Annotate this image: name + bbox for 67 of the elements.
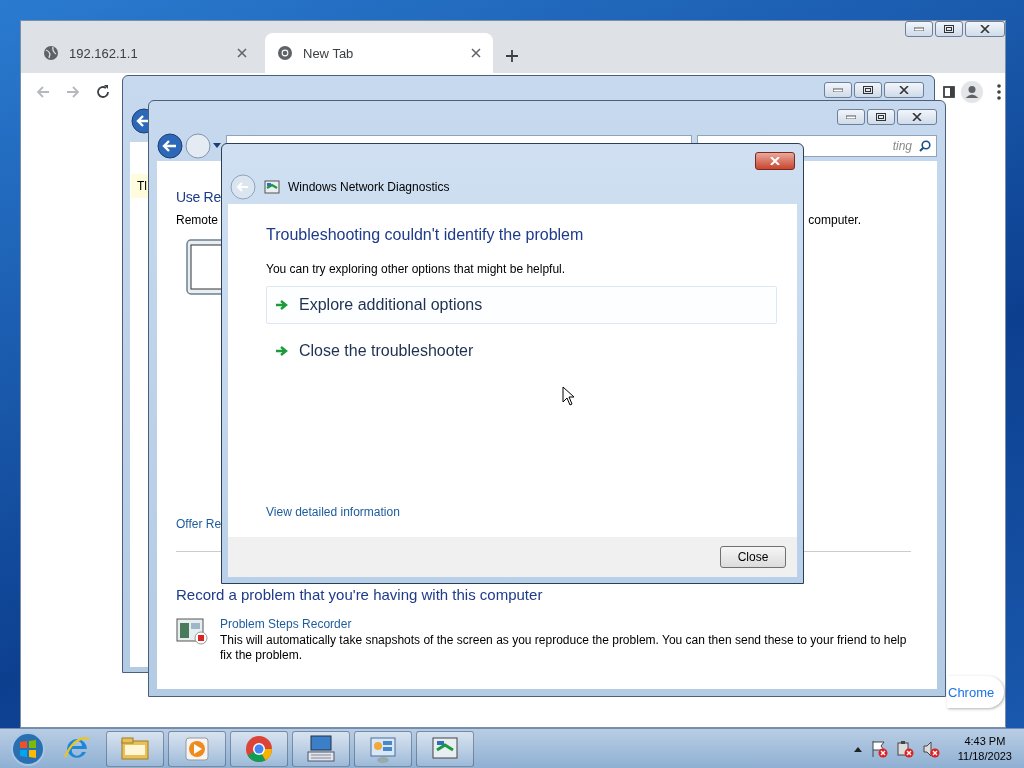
option-link[interactable]: Explore additional options (266, 286, 777, 324)
close-button[interactable] (755, 152, 795, 170)
minimize-button[interactable] (824, 82, 852, 98)
close-icon[interactable] (471, 48, 481, 58)
maximize-button[interactable] (867, 109, 895, 125)
maximize-button[interactable] (854, 82, 882, 98)
minimize-button[interactable] (905, 21, 933, 37)
arrow-icon (275, 345, 289, 357)
minimize-button[interactable] (837, 109, 865, 125)
minimize-icon (833, 88, 843, 92)
search-icon[interactable] (919, 140, 931, 152)
description-text: Remote (176, 213, 219, 227)
restore-icon (876, 113, 886, 121)
dropdown-arrow-icon[interactable] (213, 143, 221, 149)
maximize-button[interactable] (935, 21, 963, 37)
section-heading: Record a problem that you're having with this computer (176, 586, 544, 603)
intro-text: You can try exploring other options that might be helpful. (266, 262, 567, 276)
arrow-icon (275, 299, 289, 311)
new-tab-icon[interactable] (505, 49, 519, 63)
show-hidden-icons-icon[interactable] (853, 745, 862, 752)
section-heading: Use Re (176, 189, 222, 205)
globe-icon (43, 45, 59, 61)
option-link[interactable]: Close the troubleshooter (266, 332, 777, 370)
close-button[interactable] (897, 109, 937, 125)
network-status-icon[interactable] (895, 739, 914, 758)
close-icon (912, 113, 922, 121)
close-icon (899, 86, 909, 94)
start-button-icon[interactable] (8, 730, 48, 767)
restore-icon (944, 25, 954, 33)
close-button[interactable]: Close (720, 546, 786, 568)
taskbar-button[interactable] (416, 730, 474, 767)
close-icon (770, 157, 780, 165)
restore-icon (863, 86, 873, 94)
taskbar-button[interactable] (354, 730, 412, 767)
side-panel-icon[interactable] (943, 86, 955, 98)
back-arrow-icon[interactable] (131, 108, 148, 134)
close-button[interactable] (884, 82, 924, 98)
speaker-muted-icon[interactable] (921, 739, 940, 758)
network-diagnostics-icon (264, 180, 280, 194)
taskbar-button[interactable] (230, 730, 288, 767)
description-text: This will automatically take snapshots of the screen as you reproduce the problem. You can then send these to your friend to help fix the problem. (220, 633, 908, 663)
taskbar-button[interactable] (168, 730, 226, 767)
browser-tab[interactable]: New Tab (265, 33, 493, 73)
browser-tab[interactable]: 192.162.1.1 (31, 33, 259, 73)
chrome-promo-bubble[interactable]: Chrome (947, 676, 1004, 708)
close-icon[interactable] (237, 48, 247, 58)
recorder-icon (176, 617, 208, 645)
recorder-link[interactable]: Problem Steps Recorder (220, 617, 911, 632)
dialog-heading: Troubleshooting couldn't identify the problem (266, 226, 585, 244)
minimize-icon (846, 115, 856, 119)
taskbar-button[interactable] (106, 730, 164, 767)
minimize-icon (914, 27, 924, 31)
close-icon (980, 25, 990, 33)
reload-icon[interactable] (95, 84, 111, 100)
taskbar-button[interactable] (292, 730, 350, 767)
offer-link[interactable]: Offer Re (176, 517, 222, 531)
details-link[interactable]: View detailed information (266, 505, 400, 519)
flag-icon[interactable] (869, 739, 888, 758)
menu-icon[interactable] (997, 84, 1001, 100)
window-title: Windows Network Diagnostics (288, 180, 450, 194)
clock-time[interactable]: 4:43 PM (964, 733, 1006, 749)
clock-date[interactable]: 11/18/2023 (957, 748, 1012, 764)
cursor-icon (562, 386, 576, 406)
description-text: computer. (808, 213, 861, 227)
close-button[interactable] (965, 21, 1005, 37)
profile-icon[interactable] (961, 81, 983, 103)
computer-keyboard-icon (305, 732, 337, 765)
